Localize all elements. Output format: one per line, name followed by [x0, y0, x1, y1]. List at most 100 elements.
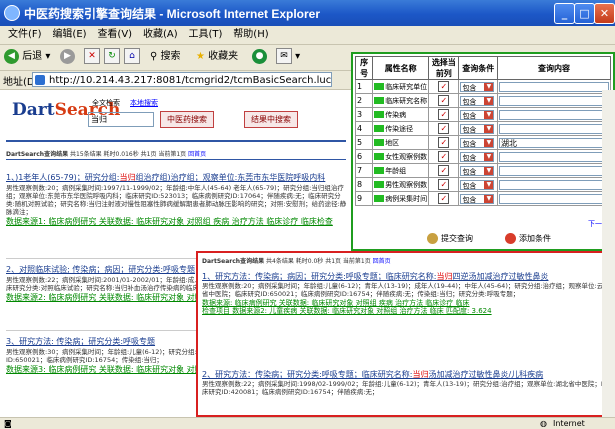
condition-select[interactable]: 包含 ▼: [460, 165, 495, 176]
query-value-input[interactable]: [499, 151, 609, 162]
field-marker-icon: [374, 83, 385, 90]
select-column-checkbox[interactable]: ✓: [438, 179, 450, 190]
query-value-input[interactable]: 湖北: [499, 137, 609, 148]
media-button[interactable]: ●: [252, 48, 267, 66]
row-number: 3: [354, 107, 374, 122]
field-marker-icon: [374, 167, 385, 174]
query-value-input[interactable]: [499, 123, 609, 134]
fulltext-label: 全文检索: [92, 99, 120, 107]
col-header: 选择当前列: [428, 56, 460, 80]
submit-query-button[interactable]: 提交查询: [427, 232, 473, 246]
menu-edit[interactable]: 编辑(E): [52, 26, 86, 44]
query-condition-table: 序号 属性名称 选择当前列 查询条件 查询内容 1 临床研究单位 ✓ 包含 ▼ 2 临床研究…: [354, 56, 611, 206]
field-marker-icon: [374, 181, 385, 188]
globe-icon: ◍: [540, 419, 547, 428]
select-column-checkbox[interactable]: ✓: [438, 137, 450, 148]
query-value-input[interactable]: [499, 109, 609, 120]
result-body: 男性观察例数:20；病例采集时间；年龄组:儿童(6-12)；青年人(13-19)…: [202, 282, 610, 298]
condition-select[interactable]: 包含 ▼: [460, 109, 495, 120]
query-value-input[interactable]: [499, 95, 609, 106]
field-name: 传染途径: [372, 121, 430, 136]
value-cell: [497, 149, 611, 164]
home-link[interactable]: 回首页: [373, 258, 391, 265]
row-number: 8: [354, 177, 374, 192]
query-row: 9 病例采集时间 ✓ 包含 ▼: [354, 191, 611, 206]
condition-select[interactable]: 包含 ▼: [460, 123, 495, 134]
row-number: 9: [354, 191, 374, 206]
query-row: 8 男性观察例数 ✓ 包含 ▼: [354, 177, 611, 192]
result-links[interactable]: 数据来源1: 临床病例研究 关联数据: 临床研究对象 对照组 疾病 治疗方法 临…: [6, 218, 348, 226]
forward-button[interactable]: ▶: [60, 48, 75, 66]
menu-favorites[interactable]: 收藏(A): [143, 26, 178, 44]
row-number: 4: [354, 121, 374, 136]
result-links[interactable]: 数据来源: 临床病例研究 关联数据: 临床研究对象 对照组 疾病 治疗方法 临床…: [202, 299, 610, 307]
window-titlebar: 中医药搜索引擎查询结果 - Microsoft Internet Explore…: [0, 0, 615, 26]
filtered-results-panel: DartSearch查询结果 共4条结果 耗时0.0秒 共1页 当前第1页 回首…: [196, 251, 615, 417]
back-label: 后退: [22, 51, 43, 62]
condition-select[interactable]: 包含 ▼: [460, 81, 495, 92]
row-number: 7: [354, 163, 374, 178]
close-icon[interactable]: ✕: [594, 3, 615, 24]
refresh-button[interactable]: ↻: [104, 48, 120, 66]
select-column-checkbox[interactable]: ✓: [438, 95, 450, 106]
menu-help[interactable]: 帮助(H): [233, 26, 268, 44]
home-link[interactable]: 回首页: [188, 151, 206, 158]
result-title[interactable]: 1、)1老年人(65-79)；研究分组:当归组治疗组)治疗组；观察单位:东莞市东…: [6, 174, 348, 182]
local-search-link[interactable]: 本地搜索: [130, 98, 158, 108]
page-icon: [35, 75, 45, 85]
result-stats: DartSearch查询结果 共4条结果 耗时0.0秒 共1页 当前第1页 回首…: [202, 256, 391, 265]
select-column-checkbox[interactable]: ✓: [438, 109, 450, 120]
field-name: 地区: [372, 135, 430, 150]
condition-select[interactable]: 包含 ▼: [460, 193, 495, 204]
menu-file[interactable]: 文件(F): [8, 26, 42, 44]
field-name: 年龄组: [372, 163, 430, 178]
tcm-search-button[interactable]: 中医药搜索: [160, 111, 214, 128]
minimize-icon[interactable]: _: [554, 3, 575, 24]
condition-select[interactable]: 包含 ▼: [460, 137, 495, 148]
query-row: 3 传染病 ✓ 包含 ▼: [354, 107, 611, 122]
select-column-cell: ✓: [428, 177, 460, 192]
vertical-scrollbar[interactable]: [602, 90, 615, 417]
field-marker-icon: [374, 125, 385, 132]
result-title[interactable]: 2、研究方法：传染病；研究分类:呼吸专题；临床研究名称:当归汤加减治疗过敏性鼻炎…: [202, 371, 610, 379]
stop-button[interactable]: ✕: [84, 48, 100, 66]
row-number: 2: [354, 93, 374, 108]
query-value-input[interactable]: [499, 193, 609, 204]
menu-tools[interactable]: 工具(T): [189, 26, 223, 44]
favorites-button[interactable]: ★ 收藏夹: [196, 48, 238, 66]
stop-icon: ✕: [84, 48, 100, 64]
search-in-results-button[interactable]: 结果中搜索: [244, 111, 298, 128]
menu-view[interactable]: 查看(V): [97, 26, 132, 44]
back-button[interactable]: ◀ 后退 ▾: [4, 48, 50, 66]
col-header: 查询条件: [458, 56, 498, 80]
select-column-checkbox[interactable]: ✓: [438, 193, 450, 204]
select-column-checkbox[interactable]: ✓: [438, 151, 450, 162]
select-column-cell: ✓: [428, 149, 460, 164]
query-value-input[interactable]: [499, 81, 609, 92]
maximize-icon[interactable]: □: [574, 3, 595, 24]
condition-select[interactable]: 包含 ▼: [460, 179, 495, 190]
add-condition-button[interactable]: 添加条件: [505, 232, 551, 246]
result-title[interactable]: 1、研究方法：传染病；病因；研究分类:呼吸专题；临床研究名称:当归四逆汤加减治疗…: [202, 273, 610, 281]
query-value-input[interactable]: [499, 179, 609, 190]
condition-select[interactable]: 包含 ▼: [460, 151, 495, 162]
home-button[interactable]: ⌂: [124, 48, 140, 66]
result-links[interactable]: 检查项目 数据来源2: 儿童疾病 关联数据: 临床研究对象 对照组 治疗方法 临…: [202, 307, 610, 315]
page-status-icon: ◙: [4, 419, 12, 428]
select-column-checkbox[interactable]: ✓: [438, 81, 450, 92]
menu-bar: 文件(F) 编辑(E) 查看(V) 收藏(A) 工具(T) 帮助(H): [0, 26, 615, 45]
query-value-input[interactable]: [499, 165, 609, 176]
chevron-down-icon: ▼: [484, 96, 494, 105]
search-input[interactable]: 当归: [88, 112, 154, 127]
select-column-cell: ✓: [428, 121, 460, 136]
search-button[interactable]: ⚲ 搜索: [150, 48, 181, 66]
logo-part-a: Dart: [12, 100, 55, 120]
row-number: 1: [354, 79, 374, 94]
select-column-checkbox[interactable]: ✓: [438, 123, 450, 134]
select-column-cell: ✓: [428, 163, 460, 178]
chevron-down-icon: ▼: [484, 124, 494, 133]
select-column-checkbox[interactable]: ✓: [438, 165, 450, 176]
mail-button[interactable]: ✉ ▾: [276, 48, 300, 66]
condition-select[interactable]: 包含 ▼: [460, 95, 495, 106]
address-input[interactable]: http://10.214.43.217:8081/tcmgrid2/tcmBa…: [32, 72, 332, 87]
